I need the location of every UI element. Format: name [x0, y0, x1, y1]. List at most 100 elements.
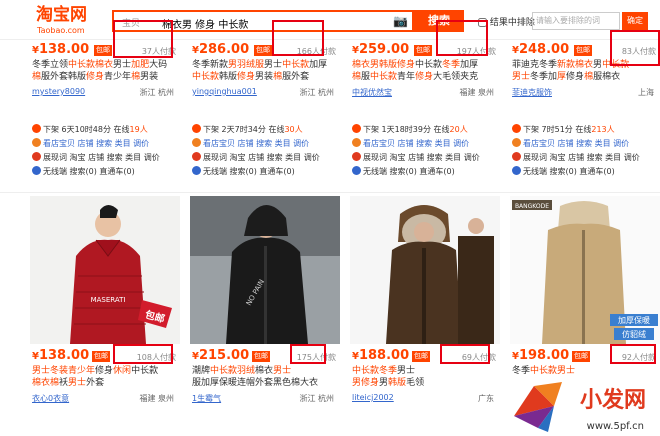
- product-title[interactable]: 棉衣男韩版修身中长款冬季加厚 棉服中长款青年修身大毛领夹克: [352, 59, 498, 83]
- shop-name[interactable]: mystery8090: [32, 87, 85, 96]
- mobile-links[interactable]: 无线端 搜索(0) 直通车(0): [192, 166, 342, 177]
- currency-symbol: ¥: [192, 351, 199, 362]
- watermark-brand: 小发网: [579, 387, 646, 413]
- price: ¥188.00: [352, 348, 409, 363]
- keyword-links[interactable]: 展现词 淘宝 店铺 搜索 类目 调价: [192, 152, 342, 163]
- taobao-logo[interactable]: 淘宝网: [36, 6, 87, 24]
- shop-links[interactable]: 看店宝贝 店铺 搜索 类目 调价: [192, 138, 342, 149]
- free-shipping-badge: 包邮: [92, 351, 110, 362]
- price: ¥138.00: [32, 42, 89, 57]
- shop-name[interactable]: 1生霉气: [192, 394, 221, 403]
- free-shipping-badge: 包邮: [572, 351, 590, 362]
- listing-time: 下架 1天18时39分 在线20人: [352, 124, 502, 135]
- shop-name[interactable]: 衣心0衣意: [32, 394, 69, 403]
- mobile-icon: [512, 166, 521, 175]
- keyword-links[interactable]: 展现词 淘宝 店铺 搜索 类目 调价: [512, 152, 660, 163]
- price: ¥248.00: [512, 42, 569, 57]
- watermark-url: www.5pf.cn: [586, 421, 644, 432]
- clock-icon: [352, 124, 361, 133]
- row-divider: [0, 192, 660, 193]
- shop-links[interactable]: 看店宝贝 店铺 搜索 类目 调价: [32, 138, 182, 149]
- confirm-button[interactable]: 确定: [622, 12, 648, 30]
- currency-symbol: ¥: [512, 45, 519, 56]
- price: ¥138.00: [32, 348, 89, 363]
- product-image-khaki-jacket[interactable]: BANGKODE 加厚保暖 仿貂绒: [510, 196, 660, 344]
- exclude-label: 结果中排除: [489, 18, 535, 28]
- mobile-links[interactable]: 无线端 搜索(0) 直通车(0): [512, 166, 660, 177]
- annotation-box: [113, 20, 173, 58]
- free-shipping-badge: 包邮: [414, 45, 432, 56]
- keyword-icon: [192, 152, 201, 161]
- keyword-links[interactable]: 展现词 淘宝 店铺 搜索 类目 调价: [32, 152, 182, 163]
- price: ¥198.00: [512, 348, 569, 363]
- listing-time: 下架 6天10时48分 在线19人: [32, 124, 182, 135]
- header: 淘宝网 Taobao.com 宝贝 棉衣男 修身 中长款 📷 搜索 结果中排除 …: [0, 0, 660, 40]
- keyword-icon: [512, 152, 521, 161]
- svg-text:仿貂绒: 仿貂绒: [622, 329, 646, 339]
- currency-symbol: ¥: [352, 45, 359, 56]
- annotation-box: [436, 20, 488, 56]
- shop-info: yingqinghua001 浙江 杭州: [192, 87, 338, 97]
- product-image-brown-parka[interactable]: [350, 196, 500, 344]
- shop-info: liteicj2002 广东: [352, 393, 498, 403]
- free-shipping-badge: 包邮: [94, 45, 112, 56]
- brand-badge: BANGKODE: [515, 203, 549, 210]
- shop-info: 菲迪克服饰 上海: [512, 87, 658, 98]
- mobile-links[interactable]: 无线端 搜索(0) 直通车(0): [32, 166, 182, 177]
- listing-time: 下架 7时51分 在线213人: [512, 124, 660, 135]
- taobao-logo-sub: Taobao.com: [37, 26, 85, 35]
- price-value: 215.00: [198, 348, 250, 363]
- shop-info: 衣心0衣意 福建 泉州: [32, 393, 178, 404]
- price-value: 188.00: [358, 348, 410, 363]
- free-shipping-badge: 包邮: [252, 351, 270, 362]
- shop-name[interactable]: liteicj2002: [352, 393, 394, 402]
- product-title[interactable]: 男士冬装青少年修身休闲中长款 棉衣棉袄男士外套: [32, 365, 178, 389]
- price: ¥215.00: [192, 348, 249, 363]
- mobile-links[interactable]: 无线端 搜索(0) 直通车(0): [352, 166, 502, 177]
- svg-text:加厚保暖: 加厚保暖: [618, 315, 650, 325]
- shop-name[interactable]: 中视优然宝: [352, 88, 392, 97]
- shop-location: 上海: [638, 88, 654, 97]
- shop-location: 广东: [478, 394, 494, 403]
- clock-icon: [512, 124, 521, 133]
- product-image-black-jacket[interactable]: NO PAIN: [190, 196, 340, 344]
- price-value: 138.00: [38, 42, 90, 57]
- shop-links[interactable]: 看店宝贝 店铺 搜索 类目 调价: [352, 138, 502, 149]
- shop-name[interactable]: yingqinghua001: [192, 87, 257, 96]
- mobile-icon: [192, 166, 201, 175]
- price-value: 259.00: [358, 42, 410, 57]
- shop-name[interactable]: 菲迪克服饰: [512, 88, 552, 97]
- currency-symbol: ¥: [352, 351, 359, 362]
- product-title[interactable]: 潮牌中长款羽绒棉衣男士 服加厚保暖连帽外套黑色棉大衣: [192, 365, 338, 389]
- price: ¥259.00: [352, 42, 409, 57]
- free-shipping-badge: 包邮: [412, 351, 430, 362]
- currency-symbol: ¥: [192, 45, 199, 56]
- annotation-box: [290, 344, 326, 364]
- shop-location: 浙江 杭州: [299, 88, 334, 97]
- product-image-red-jacket[interactable]: MASERATI 包邮: [30, 196, 180, 344]
- shop-icon: [32, 138, 41, 147]
- price-value: 198.00: [518, 348, 570, 363]
- shop-location: 福建 泉州: [139, 394, 174, 403]
- search-query: 棉衣男 修身 中长款: [162, 20, 249, 31]
- listing-time: 下架 2天7时34分 在线30人: [192, 124, 342, 135]
- shop-info: mystery8090 浙江 杭州: [32, 87, 178, 97]
- shop-location: 福建 泉州: [459, 88, 494, 97]
- product-title[interactable]: 冬季立领中长款棉衣男士加肥大码 棉服外套韩版修身青少年棉男装: [32, 59, 178, 83]
- exclude-word-input[interactable]: 请输入要排除的词: [532, 12, 620, 30]
- annotation-box: [272, 20, 324, 56]
- shop-icon: [512, 138, 521, 147]
- mobile-icon: [32, 166, 41, 175]
- product-title[interactable]: 冬季新款男羽绒服男士中长款加厚 中长款韩版修身男装棉服外套: [192, 59, 338, 83]
- keyword-icon: [32, 152, 41, 161]
- keyword-links[interactable]: 展现词 淘宝 店铺 搜索 类目 调价: [352, 152, 502, 163]
- shop-links[interactable]: 看店宝贝 店铺 搜索 类目 调价: [512, 138, 660, 149]
- shop-location: 浙江 杭州: [139, 88, 174, 97]
- price-value: 138.00: [38, 348, 90, 363]
- product-title[interactable]: 中长款冬季男士 男修身男韩版毛领: [352, 365, 498, 389]
- camera-icon[interactable]: 📷: [393, 14, 408, 28]
- annotation-box: [113, 344, 173, 364]
- currency-symbol: ¥: [512, 351, 519, 362]
- annotation-box: [440, 344, 490, 364]
- annotation-box: [610, 344, 656, 364]
